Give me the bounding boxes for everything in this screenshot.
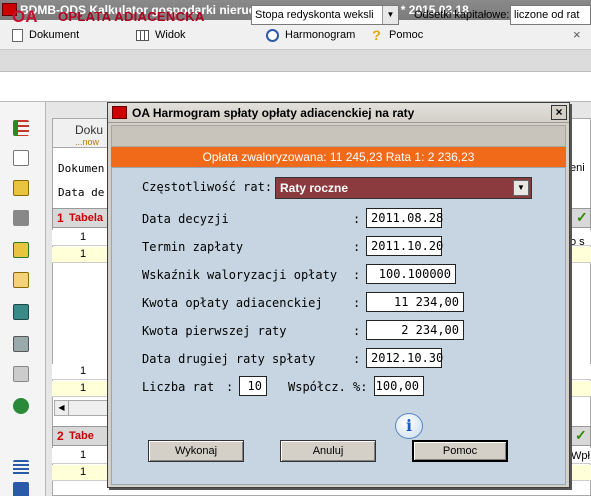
installments-count-label: Liczba rat xyxy=(142,380,215,394)
menu-widok[interactable]: Widok xyxy=(136,26,186,44)
page-icon[interactable] xyxy=(13,366,29,382)
second-installment-date-label: Data drugiej raty spłaty xyxy=(142,352,316,366)
section-number: 2 xyxy=(57,429,64,443)
clipboard-icon[interactable] xyxy=(13,272,29,288)
open-folder-icon[interactable] xyxy=(13,180,29,196)
cancel-button[interactable]: Anuluj xyxy=(280,440,376,462)
frequency-value: Raty roczne xyxy=(280,181,349,195)
menu-dokument-label: Dokument xyxy=(29,29,80,41)
document-icon xyxy=(12,28,23,42)
dialog-body: Częstotliwość rat: Raty roczne ▼ Data de… xyxy=(111,167,566,485)
close-icon[interactable]: × xyxy=(551,105,567,120)
first-installment-label: Kwota pierwszej raty xyxy=(142,324,287,338)
field-colon: : xyxy=(226,380,234,394)
table-cell: 1 xyxy=(80,466,87,478)
page-title: OPŁATA ADIACENCKA xyxy=(58,9,205,24)
chevron-left-icon[interactable]: ◀ xyxy=(55,401,69,415)
document-tab-label: Doku xyxy=(75,123,104,137)
left-toolbar xyxy=(0,102,46,496)
help-button[interactable]: Pomoc xyxy=(412,440,508,462)
info-icon: i xyxy=(395,413,423,439)
coefficient-label: Współcz. %: xyxy=(288,380,368,394)
valorization-index-field[interactable]: 100.100000 xyxy=(366,264,456,284)
menu-widok-label: Widok xyxy=(155,29,186,41)
fee-amount-field[interactable]: 11 234,00 xyxy=(366,292,464,312)
section-name: Tabe xyxy=(69,430,94,442)
decision-date-label: Data decyzji xyxy=(142,212,229,226)
dialog-logo xyxy=(112,106,127,119)
export-icon[interactable] xyxy=(13,482,29,496)
table-cell: 1 xyxy=(80,231,87,243)
table-cell: 1 xyxy=(80,449,87,461)
field-colon: : xyxy=(353,324,361,338)
coefficient-field[interactable]: 100,00 xyxy=(374,376,424,396)
menu-pomoc[interactable]: ? Pomoc xyxy=(370,26,423,44)
view-icon xyxy=(136,29,149,41)
toolbar-strip xyxy=(0,50,591,72)
field-colon: : xyxy=(353,212,361,226)
execute-button[interactable]: Wykonaj xyxy=(148,440,244,462)
right-fragment: Wpł xyxy=(571,450,590,462)
discount-rate-select[interactable]: Stopa redyskonta weksli ▼ xyxy=(251,5,399,25)
fee-amount-label: Kwota opłaty adiacenckiej xyxy=(142,296,323,310)
menu-pomoc-label: Pomoc xyxy=(389,29,424,41)
interest-field[interactable]: liczone od rat xyxy=(510,5,591,25)
table-cell: 1 xyxy=(80,382,87,394)
menu-harmonogram[interactable]: Harmonogram xyxy=(266,26,355,44)
monitor-icon[interactable] xyxy=(13,304,29,320)
chevron-down-icon[interactable]: ▼ xyxy=(513,180,529,196)
document-tab-sub: ...now xyxy=(75,137,100,147)
interest-label: Odsetki kapitałowe: xyxy=(414,9,510,21)
installments-count-field[interactable]: 10 xyxy=(239,376,267,396)
frequency-label: Częstotliwość rat: xyxy=(142,180,273,194)
field-colon: : xyxy=(353,240,361,254)
document-row-label: Dokumen xyxy=(58,162,105,175)
frequency-select[interactable]: Raty roczne ▼ xyxy=(275,177,532,199)
menu-dokument[interactable]: Dokument xyxy=(12,26,79,44)
printer-icon[interactable] xyxy=(13,336,29,352)
clock-icon xyxy=(266,28,279,42)
table-cell: 1 xyxy=(80,365,87,377)
section-name: Tabela xyxy=(69,212,104,224)
decision-date-row-label: Data de xyxy=(58,186,105,199)
document-tab[interactable]: Doku ...now xyxy=(52,118,112,148)
check-icon[interactable]: ✓ xyxy=(575,427,587,444)
field-colon: : xyxy=(353,352,361,366)
sort-icon[interactable] xyxy=(13,120,29,136)
right-fragment: eni xyxy=(570,162,585,174)
valorized-fee-banner: Opłata zwaloryzowana: 11 245,23 Rata 1: … xyxy=(111,147,566,167)
menu-harmonogram-label: Harmonogram xyxy=(285,29,356,41)
payment-deadline-field[interactable]: 2011.10.20 xyxy=(366,236,443,256)
document-header xyxy=(0,72,591,102)
second-installment-date-field[interactable]: 2012.10.30 xyxy=(366,348,443,368)
payment-deadline-label: Termin zapłaty xyxy=(142,240,244,254)
section-number: 1 xyxy=(57,211,64,225)
stop-icon[interactable] xyxy=(13,210,29,226)
decision-date-field[interactable]: 2011.08.28 xyxy=(366,208,443,228)
new-document-icon[interactable] xyxy=(13,150,29,166)
close-icon[interactable]: × xyxy=(573,27,581,42)
dialog-title: OA Harmogram spłaty opłaty adiacenckiej … xyxy=(132,106,415,120)
list-arrow-icon[interactable] xyxy=(13,460,29,476)
field-colon: : xyxy=(353,268,361,282)
oa-logo: OA xyxy=(12,7,38,26)
table-cell: 1 xyxy=(80,248,87,260)
valorization-index-label: Wskaźnik waloryzacji opłaty xyxy=(142,268,338,282)
discount-rate-value: Stopa redyskonta weksli xyxy=(255,9,374,21)
schedule-dialog: OA Harmogram spłaty opłaty adiacenckiej … xyxy=(107,102,570,488)
dialog-strip xyxy=(111,125,566,147)
help-icon: ? xyxy=(372,27,381,43)
refresh-icon[interactable] xyxy=(13,398,29,414)
field-colon: : xyxy=(353,296,361,310)
chevron-down-icon[interactable]: ▼ xyxy=(382,6,398,24)
check-icon[interactable]: ✓ xyxy=(576,209,588,226)
first-installment-field[interactable]: 2 234,00 xyxy=(366,320,464,340)
folder-import-icon[interactable] xyxy=(13,242,29,258)
